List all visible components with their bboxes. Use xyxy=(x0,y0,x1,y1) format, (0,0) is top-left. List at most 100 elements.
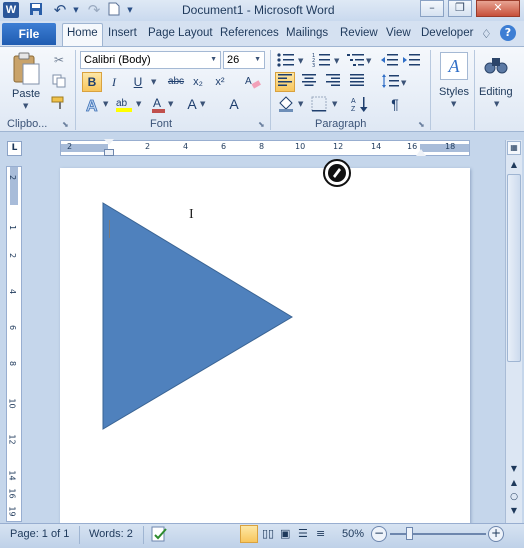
tab-review[interactable]: Review xyxy=(340,27,378,39)
borders-dropdown-icon[interactable]: ▼ xyxy=(332,100,337,108)
styles-dropdown-icon[interactable]: ▼ xyxy=(451,100,456,108)
editing-button-label[interactable]: Editing xyxy=(479,86,513,98)
restore-icon[interactable]: ❐ xyxy=(448,0,472,17)
tab-mailings[interactable]: Mailings xyxy=(286,27,328,39)
minimize-ribbon-icon[interactable]: ♢ xyxy=(481,27,492,41)
paste-dropdown-icon[interactable]: ▼ xyxy=(23,102,28,110)
styles-button-label[interactable]: Styles xyxy=(439,86,469,98)
numbering-icon[interactable]: 123 xyxy=(312,52,332,70)
tab-home[interactable]: Home xyxy=(62,23,103,46)
tab-file[interactable]: File xyxy=(2,23,56,45)
drag-handle-icon[interactable] xyxy=(322,158,352,191)
status-words[interactable]: Words: 2 xyxy=(89,528,133,540)
borders-icon[interactable] xyxy=(311,96,329,112)
align-right-button[interactable] xyxy=(323,72,343,92)
text-effects-dropdown-icon[interactable]: ▼ xyxy=(103,100,108,108)
tab-selector-icon[interactable]: L xyxy=(7,141,22,156)
outline-view-icon[interactable]: ☰ xyxy=(298,527,308,540)
customize-qat-icon[interactable]: ▼ xyxy=(122,2,138,18)
tab-insert[interactable]: Insert xyxy=(108,27,137,39)
save-icon[interactable] xyxy=(28,2,44,18)
styles-icon[interactable]: A xyxy=(440,52,468,80)
line-spacing-icon[interactable] xyxy=(381,73,401,91)
copy-icon[interactable] xyxy=(52,74,66,91)
undo-icon[interactable]: ↶ xyxy=(52,2,68,18)
font-name-dropdown-icon[interactable]: ▼ xyxy=(210,52,217,68)
editing-dropdown-icon[interactable]: ▼ xyxy=(494,100,499,108)
proofing-icon[interactable] xyxy=(151,526,169,545)
shading-icon[interactable] xyxy=(277,95,297,113)
help-icon[interactable]: ? xyxy=(500,25,516,41)
paragraph-launcher-icon[interactable]: ⬊ xyxy=(418,120,425,129)
align-left-button[interactable] xyxy=(275,72,295,92)
next-page-icon[interactable]: ▼ xyxy=(507,506,521,518)
word-logo-icon[interactable]: W xyxy=(3,2,19,18)
format-painter-icon[interactable] xyxy=(51,96,67,113)
zoom-slider-track[interactable] xyxy=(390,533,486,535)
bullets-dropdown-icon[interactable]: ▼ xyxy=(298,57,303,65)
numbering-dropdown-icon[interactable]: ▼ xyxy=(334,57,339,65)
strikethrough-button[interactable]: abc xyxy=(164,72,188,92)
multilevel-list-icon[interactable] xyxy=(346,52,366,70)
tab-page-layout[interactable]: Page Layout xyxy=(148,27,213,39)
scroll-up-icon[interactable]: ▲ xyxy=(507,158,521,172)
grow-font-button[interactable]: A xyxy=(182,94,202,114)
align-center-button[interactable] xyxy=(299,72,319,92)
bold-button[interactable]: B xyxy=(82,72,102,92)
web-layout-icon[interactable]: ▣ xyxy=(280,527,290,540)
full-screen-reading-icon[interactable]: ▯▯ xyxy=(262,527,274,540)
select-browse-object-icon[interactable]: ○ xyxy=(507,492,521,504)
zoom-out-icon[interactable]: − xyxy=(371,526,387,542)
view-ruler-icon[interactable]: ▦ xyxy=(507,141,521,155)
font-color-dropdown-icon[interactable]: ▼ xyxy=(168,100,173,108)
minimize-icon[interactable]: – xyxy=(420,0,444,17)
new-document-icon[interactable] xyxy=(106,2,122,18)
shading-dropdown-icon[interactable]: ▼ xyxy=(298,100,303,108)
editing-icon[interactable] xyxy=(483,54,509,81)
right-indent-marker[interactable] xyxy=(416,149,426,156)
paste-icon[interactable] xyxy=(12,52,42,89)
font-launcher-icon[interactable]: ⬊ xyxy=(258,120,265,129)
triangle-shape[interactable] xyxy=(100,200,296,432)
font-size-dropdown-icon[interactable]: ▼ xyxy=(254,52,261,68)
horizontal-ruler[interactable]: 2 2 4 6 8 10 12 14 16 18 xyxy=(60,139,470,156)
font-color-icon[interactable]: A xyxy=(150,94,168,114)
clear-formatting-icon[interactable]: A xyxy=(244,72,264,92)
justify-button[interactable] xyxy=(347,72,367,92)
draft-view-icon[interactable]: ≡ xyxy=(316,527,325,540)
zoom-in-icon[interactable]: + xyxy=(488,526,504,542)
italic-button[interactable]: I xyxy=(104,72,124,92)
bullets-icon[interactable] xyxy=(276,52,296,70)
first-line-indent-marker[interactable] xyxy=(104,139,114,145)
vertical-scrollbar[interactable]: ▦ ▲ ▼ ▲ ○ ▼ xyxy=(505,140,522,524)
clipboard-launcher-icon[interactable]: ⬊ xyxy=(62,120,69,129)
tab-developer[interactable]: Developer xyxy=(421,27,473,39)
previous-page-icon[interactable]: ▲ xyxy=(507,478,521,490)
decrease-indent-icon[interactable] xyxy=(380,52,400,70)
underline-dropdown-icon[interactable]: ▼ xyxy=(151,78,156,86)
multilevel-dropdown-icon[interactable]: ▼ xyxy=(366,57,371,65)
highlight-icon[interactable]: ab xyxy=(114,94,136,114)
underline-button[interactable]: U xyxy=(128,72,148,92)
increase-indent-icon[interactable] xyxy=(402,52,422,70)
zoom-slider-thumb[interactable] xyxy=(406,527,413,540)
tab-references[interactable]: References xyxy=(220,27,279,39)
highlight-dropdown-icon[interactable]: ▼ xyxy=(136,100,141,108)
scroll-down-icon[interactable]: ▼ xyxy=(507,464,521,476)
status-page[interactable]: Page: 1 of 1 xyxy=(10,528,69,540)
vertical-ruler[interactable]: 2 1 2 4 6 8 10 12 14 16 19 xyxy=(6,166,22,522)
sort-icon[interactable]: AZ xyxy=(351,95,371,113)
left-indent-marker[interactable] xyxy=(104,149,114,156)
paste-button-label[interactable]: Paste xyxy=(12,88,40,100)
superscript-button[interactable]: x² xyxy=(210,72,230,92)
tab-view[interactable]: View xyxy=(386,27,411,39)
close-icon[interactable]: ✕ xyxy=(476,0,520,17)
print-layout-view-icon[interactable] xyxy=(240,525,258,543)
redo-icon[interactable]: ↷ xyxy=(86,2,102,18)
shrink-font-button[interactable]: A xyxy=(224,94,244,114)
line-spacing-dropdown-icon[interactable]: ▼ xyxy=(401,79,406,87)
undo-dropdown-icon[interactable]: ▼ xyxy=(68,2,84,18)
change-case-dropdown-icon[interactable]: ▼ xyxy=(200,100,205,108)
text-effects-icon[interactable]: A xyxy=(84,95,104,116)
font-name-combo[interactable]: Calibri (Body) ▼ xyxy=(80,51,221,69)
